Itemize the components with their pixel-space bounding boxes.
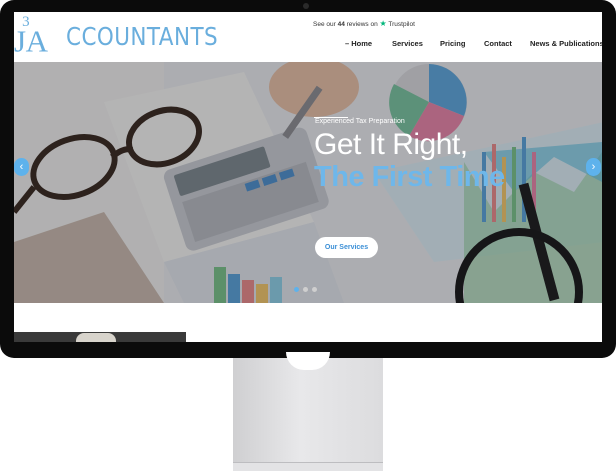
website-screen: J3A CCOUNTANTS See our 44 reviews on ★ T… <box>14 12 602 342</box>
chevron-left-icon: ‹ <box>19 161 24 173</box>
our-services-button[interactable]: Our Services <box>315 237 378 258</box>
main-nav: – Home Services Pricing Contact News & P… <box>14 39 602 51</box>
section-image <box>14 332 186 342</box>
trustpilot-brand: Trustpilot <box>388 21 415 28</box>
hero-headline-line-1: Get It Right, <box>314 128 468 161</box>
slider-prev-button[interactable]: ‹ <box>14 158 29 176</box>
trust-suffix: reviews on <box>346 21 378 28</box>
site-header: J3A CCOUNTANTS See our 44 reviews on ★ T… <box>14 12 602 62</box>
nav-home[interactable]: – Home <box>345 39 372 48</box>
chevron-right-icon: › <box>591 161 596 173</box>
content-section <box>14 303 602 342</box>
monitor-frame: J3A CCOUNTANTS See our 44 reviews on ★ T… <box>0 0 616 358</box>
trustpilot-badge[interactable]: See our 44 reviews on ★ Trustpilot <box>313 19 415 28</box>
nav-news-publications[interactable]: News & Publications <box>530 39 602 48</box>
trust-prefix: See our <box>313 21 336 28</box>
stand-cutout <box>286 352 330 370</box>
slider-dot[interactable] <box>312 287 317 292</box>
slider-dot[interactable] <box>303 287 308 292</box>
slider-next-button[interactable]: › <box>586 158 601 176</box>
hero-headline-line-2: The First Time <box>314 161 505 193</box>
slider-dots <box>294 287 324 293</box>
nav-pricing[interactable]: Pricing <box>440 39 465 48</box>
nav-services[interactable]: Services <box>392 39 423 48</box>
stand-base <box>233 462 383 471</box>
camera-dot <box>303 3 309 9</box>
nav-contact[interactable]: Contact <box>484 39 512 48</box>
slider-dot-active[interactable] <box>294 287 299 292</box>
star-icon: ★ <box>379 19 387 28</box>
review-count: 44 <box>337 21 345 28</box>
hero-slider: Experienced Tax Preparation Get It Right… <box>14 62 602 303</box>
monitor-stand <box>233 352 383 471</box>
hero-overlay <box>14 62 602 303</box>
hero-eyebrow: Experienced Tax Preparation <box>315 118 405 125</box>
